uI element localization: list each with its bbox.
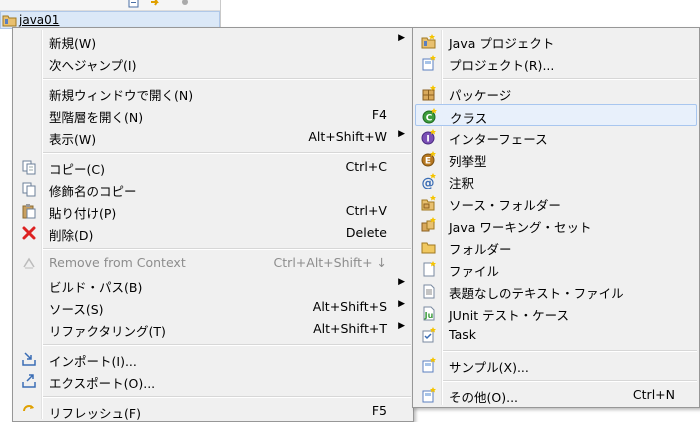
interface-icon: I bbox=[421, 129, 436, 145]
source-folder-icon bbox=[421, 195, 436, 211]
new-submenu: Java プロジェクト プロジェクト(R)... パッケージ C クラス I イ… bbox=[412, 27, 700, 408]
svg-text:E: E bbox=[425, 157, 431, 167]
submenu-item-junit-test-case[interactable]: Ju JUnit テスト・ケース bbox=[415, 302, 697, 324]
remove-context-icon bbox=[23, 257, 35, 269]
file-icon bbox=[423, 261, 436, 277]
submenu-item-enum[interactable]: E 列挙型 bbox=[415, 148, 697, 170]
svg-text:I: I bbox=[426, 135, 429, 145]
menu-item-remove-from-context[interactable]: Remove from Context Ctrl+Alt+Shift+ ↓ bbox=[15, 252, 411, 274]
example-icon bbox=[422, 357, 436, 373]
submenu-item-package[interactable]: パッケージ bbox=[415, 82, 697, 104]
svg-text:@: @ bbox=[422, 176, 435, 189]
submenu-item-java-project[interactable]: Java プロジェクト bbox=[415, 30, 697, 52]
menu-item-open-type-hierarchy[interactable]: 型階層を開く(N) F4 bbox=[15, 104, 411, 126]
project-icon bbox=[422, 55, 436, 71]
package-icon bbox=[422, 85, 436, 101]
context-menu: 新規(W) ▶ 次へジャンプ(I) 新規ウィンドウで開く(N) 型階層を開く(N… bbox=[12, 27, 414, 422]
submenu-item-untitled-text-file[interactable]: 表題なしのテキスト・ファイル bbox=[415, 280, 697, 302]
paste-icon bbox=[22, 204, 36, 219]
menu-item-refactor[interactable]: リファクタリング(T) Alt+Shift+T ▶ bbox=[15, 318, 411, 340]
menu-item-copy-qualified-name[interactable]: 修飾名のコピー bbox=[15, 178, 411, 200]
svg-text:C: C bbox=[426, 114, 433, 124]
explorer-toolbar bbox=[0, 0, 220, 11]
menu-item-export[interactable]: エクスポート(O)... bbox=[15, 370, 411, 392]
submenu-arrow-icon: ▶ bbox=[398, 129, 405, 139]
menu-item-build-path[interactable]: ビルド・パス(B) ▶ bbox=[15, 274, 411, 296]
tree-item-label: java01 bbox=[19, 13, 60, 27]
junit-test-case-icon: Ju bbox=[423, 306, 435, 321]
copy-icon bbox=[22, 160, 36, 175]
menu-item-import[interactable]: インポート(I)... bbox=[15, 348, 411, 370]
submenu-item-task[interactable]: Task bbox=[415, 324, 697, 346]
menu-item-paste[interactable]: 貼り付け(P) Ctrl+V bbox=[15, 200, 411, 222]
menu-item-open-new-window[interactable]: 新規ウィンドウで開く(N) bbox=[15, 82, 411, 104]
submenu-item-class[interactable]: C クラス bbox=[415, 104, 697, 126]
submenu-item-java-working-set[interactable]: Java ワーキング・セット bbox=[415, 214, 697, 236]
submenu-item-example[interactable]: サンプル(X)... bbox=[415, 354, 697, 376]
svg-text:Ju: Ju bbox=[424, 311, 434, 320]
view-menu-icon[interactable] bbox=[180, 0, 191, 8]
menu-item-new[interactable]: 新規(W) ▶ bbox=[15, 30, 411, 52]
collapse-all-icon[interactable] bbox=[128, 0, 139, 8]
submenu-item-folder[interactable]: フォルダー bbox=[415, 236, 697, 258]
submenu-item-file[interactable]: ファイル bbox=[415, 258, 697, 280]
menu-item-copy[interactable]: コピー(C) Ctrl+C bbox=[15, 156, 411, 178]
class-icon: C bbox=[422, 108, 437, 124]
submenu-item-interface[interactable]: I インターフェース bbox=[415, 126, 697, 148]
menu-item-refresh[interactable]: リフレッシュ(F) F5 bbox=[15, 400, 411, 422]
refresh-icon bbox=[23, 405, 34, 412]
other-wizard-icon bbox=[422, 387, 436, 403]
link-editor-icon[interactable] bbox=[150, 0, 161, 8]
import-icon bbox=[22, 352, 36, 366]
annotation-icon: @ bbox=[422, 173, 436, 189]
java-project-icon bbox=[421, 34, 436, 49]
submenu-item-other[interactable]: その他(O)... Ctrl+N bbox=[415, 384, 697, 406]
export-icon bbox=[22, 374, 36, 388]
folder-icon bbox=[421, 242, 436, 254]
menu-item-go-into[interactable]: 次へジャンプ(I) bbox=[15, 52, 411, 74]
submenu-item-project[interactable]: プロジェクト(R)... bbox=[415, 52, 697, 74]
menu-item-show-in[interactable]: 表示(W) Alt+Shift+W ▶ bbox=[15, 126, 411, 148]
submenu-arrow-icon: ▶ bbox=[398, 33, 405, 43]
delete-icon bbox=[22, 226, 36, 240]
submenu-item-source-folder[interactable]: ソース・フォルダー bbox=[415, 192, 697, 214]
menu-item-source[interactable]: ソース(S) Alt+Shift+S ▶ bbox=[15, 296, 411, 318]
enum-icon: E bbox=[421, 151, 436, 167]
copy-qualified-icon bbox=[22, 182, 36, 197]
working-set-icon bbox=[421, 217, 436, 232]
submenu-arrow-icon: ▶ bbox=[398, 321, 405, 331]
menu-item-delete[interactable]: 削除(D) Delete bbox=[15, 222, 411, 244]
task-icon bbox=[422, 327, 436, 343]
submenu-item-annotation[interactable]: @ 注釈 bbox=[415, 170, 697, 192]
java-project-folder-icon bbox=[2, 15, 17, 27]
untitled-text-file-icon bbox=[423, 284, 435, 299]
submenu-arrow-icon: ▶ bbox=[398, 277, 405, 287]
submenu-arrow-icon: ▶ bbox=[398, 299, 405, 309]
